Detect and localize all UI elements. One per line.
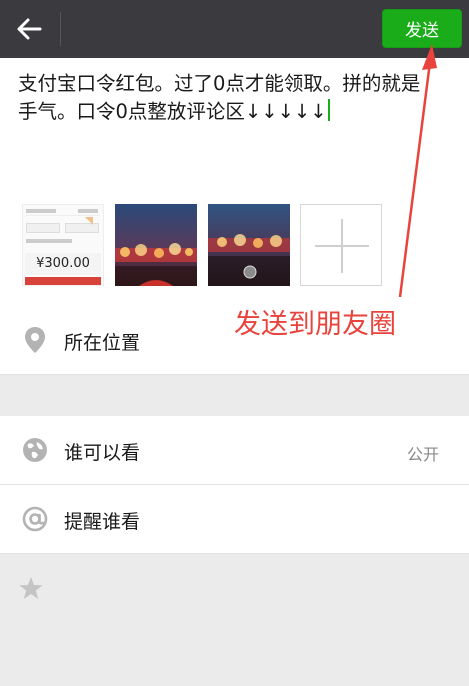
divider bbox=[0, 374, 469, 375]
thumb-line bbox=[26, 239, 72, 243]
plus-icon bbox=[341, 219, 343, 273]
photo-night-lights bbox=[208, 204, 290, 286]
thumbnail-photo-2[interactable] bbox=[208, 204, 290, 286]
annotation-label: 发送到朋友圈 bbox=[234, 309, 396, 340]
send-button[interactable]: 发送 bbox=[382, 9, 462, 48]
visibility-label: 谁可以看 bbox=[64, 442, 141, 464]
post-text: 支付宝口令红包。过了0点才能领取。拼的就是手气。口令0点整放评论区↓↓↓↓↓ bbox=[18, 72, 421, 123]
visibility-row[interactable]: 谁可以看 公开 bbox=[0, 416, 469, 484]
back-button[interactable] bbox=[10, 10, 48, 48]
redpacket-amount: ¥300.00 bbox=[25, 253, 101, 275]
thumb-tab bbox=[26, 223, 60, 233]
thumb-line bbox=[78, 209, 98, 213]
at-sign-icon bbox=[22, 506, 48, 532]
add-photo-button[interactable] bbox=[300, 204, 382, 286]
thumbnail-photo-1[interactable] bbox=[115, 204, 197, 286]
text-caret bbox=[327, 99, 330, 121]
post-text-input[interactable]: 支付宝口令红包。过了0点才能领取。拼的就是手气。口令0点整放评论区↓↓↓↓↓ bbox=[18, 70, 438, 126]
globe-icon bbox=[22, 437, 48, 463]
thumb-corner bbox=[85, 217, 93, 225]
star-icon[interactable] bbox=[18, 575, 44, 605]
divider bbox=[0, 553, 469, 554]
thumbnail-redpacket[interactable]: ¥300.00 bbox=[22, 204, 104, 286]
location-label: 所在位置 bbox=[64, 332, 141, 354]
redpacket-button bbox=[25, 277, 101, 285]
visibility-value: 公开 bbox=[406, 445, 439, 464]
top-bar: 发送 bbox=[0, 0, 469, 58]
mention-label: 提醒谁看 bbox=[64, 511, 141, 533]
arrow-left-icon bbox=[17, 18, 42, 40]
thumb-tab bbox=[65, 223, 99, 233]
photo-night-lights bbox=[115, 204, 197, 286]
compose-area: 支付宝口令红包。过了0点才能领取。拼的就是手气。口令0点整放评论区↓↓↓↓↓ ¥… bbox=[0, 58, 469, 312]
topbar-divider bbox=[60, 12, 61, 46]
location-pin-icon bbox=[22, 327, 48, 353]
thumb-line bbox=[26, 209, 56, 213]
mention-row[interactable]: 提醒谁看 bbox=[0, 485, 469, 553]
thumb-line bbox=[26, 215, 100, 216]
